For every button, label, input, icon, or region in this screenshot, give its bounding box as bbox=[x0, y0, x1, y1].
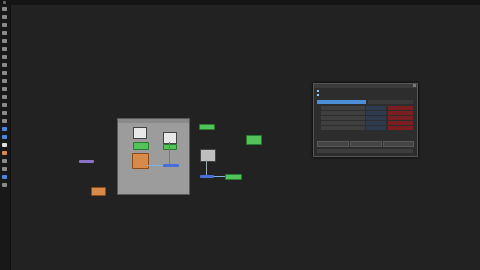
table-row[interactable] bbox=[317, 106, 413, 110]
orange-node-stack[interactable] bbox=[132, 153, 149, 169]
table-row[interactable] bbox=[317, 126, 413, 130]
left-toolbar bbox=[0, 5, 11, 270]
tab-2[interactable] bbox=[368, 100, 413, 104]
group-header bbox=[118, 119, 189, 123]
app-icon bbox=[3, 1, 6, 4]
hand-icon[interactable] bbox=[2, 103, 7, 107]
green-node-bottom[interactable] bbox=[225, 174, 242, 180]
dialog-button-2[interactable] bbox=[350, 141, 382, 147]
crop-icon[interactable] bbox=[2, 79, 7, 83]
table-row[interactable] bbox=[317, 116, 413, 120]
table-row[interactable] bbox=[317, 121, 413, 125]
connection-wire bbox=[147, 165, 163, 166]
select-icon[interactable] bbox=[2, 7, 7, 11]
node-group-frame[interactable] bbox=[117, 118, 190, 195]
transform-icon[interactable] bbox=[2, 15, 7, 19]
dialog-window bbox=[313, 83, 418, 157]
camera-icon[interactable] bbox=[2, 167, 7, 171]
link-icon[interactable] bbox=[2, 119, 7, 123]
green-node-top[interactable] bbox=[199, 124, 215, 130]
info-icon bbox=[317, 94, 319, 96]
table-row[interactable] bbox=[317, 111, 413, 115]
color-icon[interactable] bbox=[2, 127, 7, 131]
eraser-icon[interactable] bbox=[2, 63, 7, 67]
green-node-group-2[interactable] bbox=[163, 144, 177, 150]
green-node-group[interactable] bbox=[133, 142, 149, 150]
connection-wire bbox=[214, 176, 225, 177]
image-node-thumbnail-2[interactable] bbox=[163, 132, 177, 144]
settings-icon[interactable] bbox=[2, 183, 7, 187]
info-icon bbox=[317, 90, 319, 92]
info-line-2 bbox=[317, 94, 320, 96]
info-line-1 bbox=[317, 90, 320, 92]
dialog-header bbox=[314, 84, 417, 88]
filter-icon[interactable] bbox=[2, 143, 7, 147]
node-icon[interactable] bbox=[2, 111, 7, 115]
preview-thumbnail[interactable] bbox=[200, 149, 216, 162]
shape-icon[interactable] bbox=[2, 39, 7, 43]
grid-icon[interactable] bbox=[2, 23, 7, 27]
green-node-right[interactable] bbox=[246, 135, 262, 145]
tab-1[interactable] bbox=[317, 100, 366, 104]
dialog-button-1[interactable] bbox=[317, 141, 349, 147]
brush-icon[interactable] bbox=[2, 47, 7, 51]
image-node-thumbnail[interactable] bbox=[133, 127, 147, 139]
purple-node[interactable] bbox=[79, 160, 94, 163]
blue-node-group[interactable] bbox=[163, 164, 179, 167]
connection-wire bbox=[206, 160, 207, 175]
ok-button[interactable] bbox=[317, 149, 413, 153]
fill-icon[interactable] bbox=[2, 71, 7, 75]
close-icon[interactable] bbox=[413, 84, 416, 87]
light-icon[interactable] bbox=[2, 159, 7, 163]
dialog-button-3[interactable] bbox=[383, 141, 414, 147]
layer-icon[interactable] bbox=[2, 135, 7, 139]
pen-icon[interactable] bbox=[2, 87, 7, 91]
mask-icon[interactable] bbox=[2, 151, 7, 155]
orange-node-left[interactable] bbox=[91, 187, 106, 196]
blue-node-bottom[interactable] bbox=[200, 175, 214, 178]
zoom-icon[interactable] bbox=[2, 95, 7, 99]
text-icon[interactable] bbox=[2, 31, 7, 35]
paint-icon[interactable] bbox=[2, 55, 7, 59]
connection-wire bbox=[169, 142, 170, 164]
render-icon[interactable] bbox=[2, 175, 7, 179]
